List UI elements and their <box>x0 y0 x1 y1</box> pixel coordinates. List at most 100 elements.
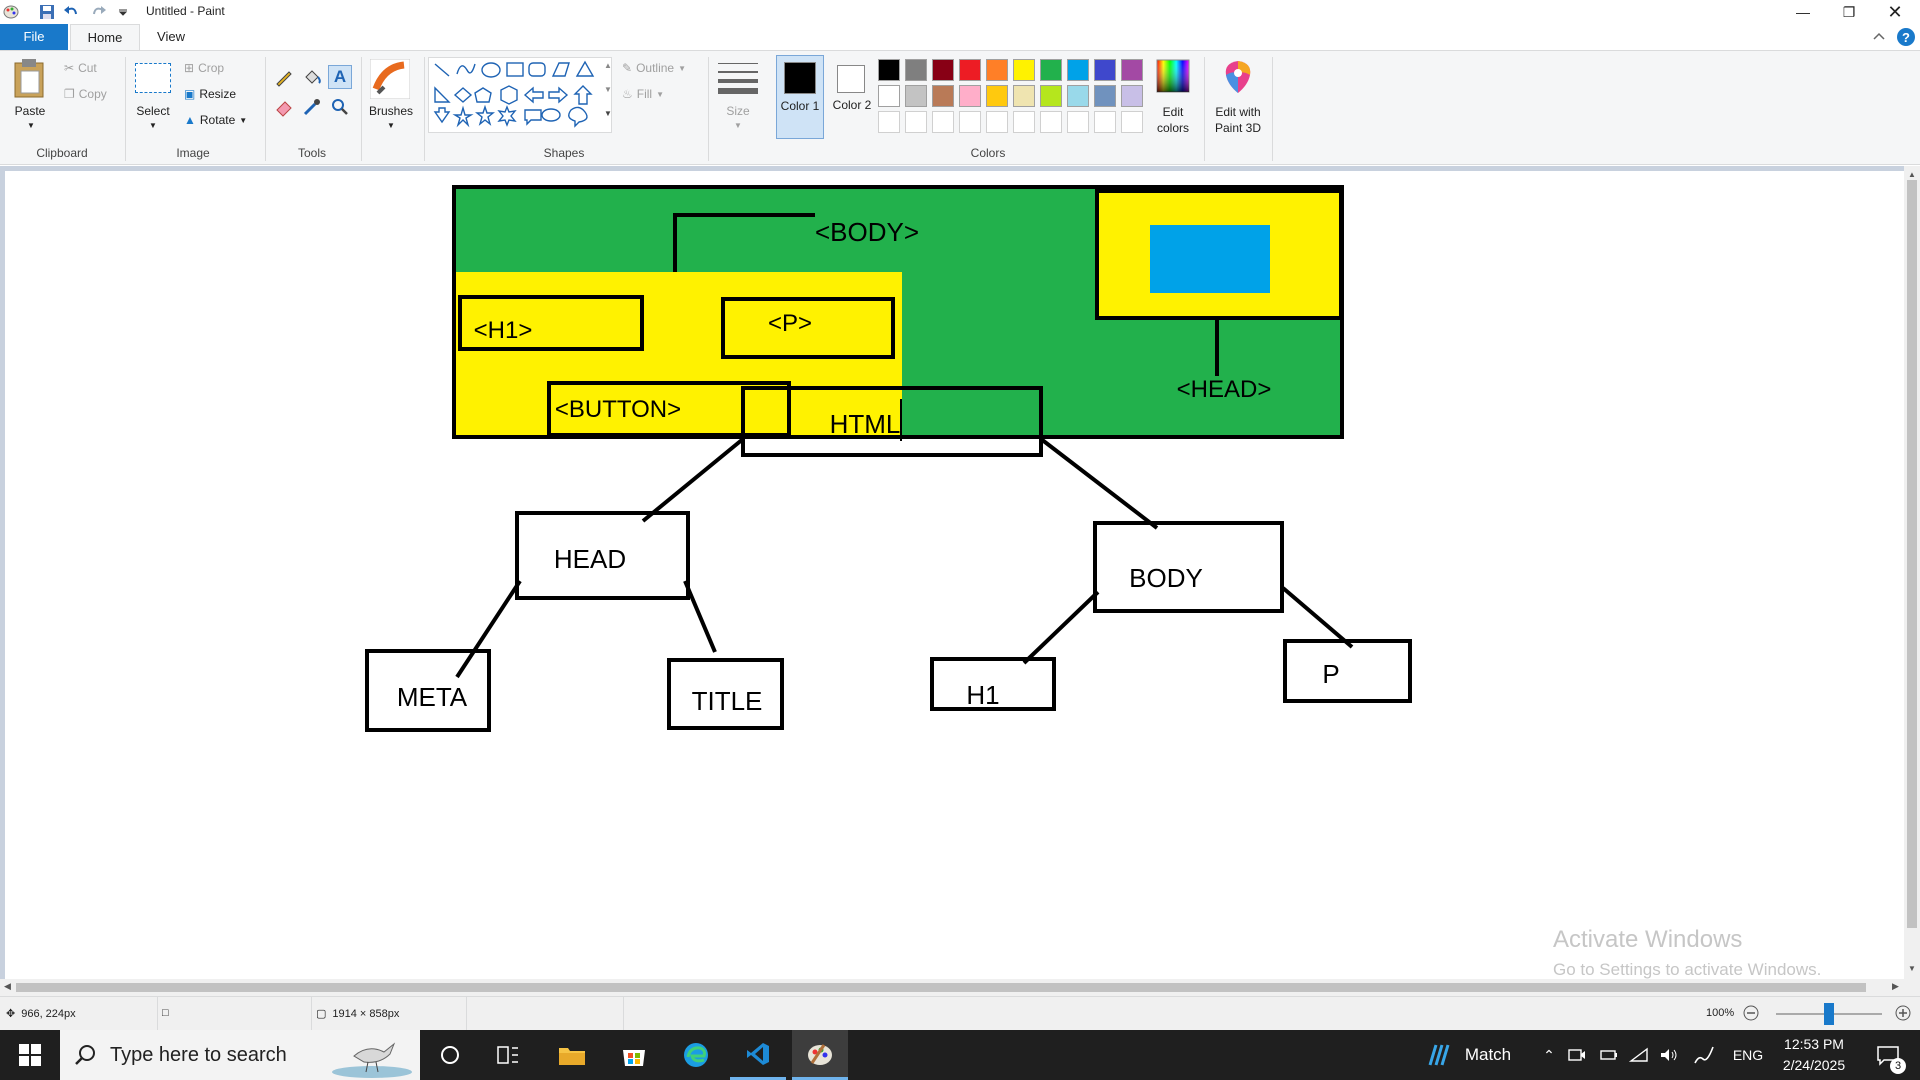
notifications-button[interactable]: 3 <box>1868 1030 1908 1080</box>
zoom-out-icon[interactable] <box>1742 1004 1760 1025</box>
outline-button[interactable]: ✎ Outline ▼ <box>622 61 686 75</box>
horizontal-scroll-thumb[interactable] <box>16 983 1866 992</box>
drawing-canvas[interactable]: <BODY> <H1> <P> <BUTTON> <HEAD> HTML HEA… <box>5 171 1906 979</box>
vertical-scrollbar[interactable]: ▲ ▼ <box>1904 166 1920 979</box>
meet-now-icon[interactable] <box>1564 1030 1590 1080</box>
edit-colors-icon[interactable] <box>1156 59 1190 96</box>
undo-icon[interactable] <box>62 3 80 21</box>
color-picker-icon[interactable] <box>302 97 322 120</box>
store-button[interactable] <box>606 1030 662 1080</box>
brushes-icon[interactable] <box>369 58 411 102</box>
sports-widget-icon[interactable] <box>1422 1030 1458 1080</box>
battery-icon[interactable] <box>1596 1030 1622 1080</box>
scroll-down-icon[interactable]: ▼ <box>1908 964 1916 973</box>
palette-custom-slot[interactable] <box>1013 111 1035 133</box>
shapes-gallery-icons[interactable] <box>429 58 613 134</box>
shapes-gallery[interactable] <box>428 57 612 133</box>
pen-workspace-icon[interactable] <box>1690 1030 1718 1080</box>
palette-swatch[interactable] <box>1040 85 1062 107</box>
tab-file[interactable]: File <box>0 24 68 50</box>
tab-home[interactable]: Home <box>70 24 140 50</box>
edge-button[interactable] <box>668 1030 724 1080</box>
palette-swatch[interactable] <box>932 85 954 107</box>
crop-button[interactable]: ⊞ Crop <box>184 61 224 75</box>
paste-button-label[interactable]: Paste <box>10 104 50 118</box>
cut-button[interactable]: ✂ Cut <box>64 61 97 75</box>
paste-dropdown-icon[interactable]: ▼ <box>27 121 35 130</box>
horizontal-scrollbar[interactable]: ◀ ▶ <box>0 979 1920 996</box>
magnifier-icon[interactable] <box>330 97 350 120</box>
paint-taskbar-button[interactable] <box>792 1030 848 1080</box>
scroll-up-icon[interactable]: ▲ <box>1908 170 1916 179</box>
volume-icon[interactable] <box>1656 1030 1682 1080</box>
customize-toolbar-icon[interactable] <box>114 3 132 21</box>
color-palette[interactable] <box>878 59 1150 139</box>
text-tool-icon[interactable]: A <box>328 65 352 89</box>
shapes-scroll-down-icon[interactable]: ▼ <box>604 85 612 94</box>
palette-swatch[interactable] <box>1094 85 1116 107</box>
shapes-scroll-up-icon[interactable]: ▲ <box>604 61 612 70</box>
brushes-dropdown-icon[interactable]: ▼ <box>387 121 395 130</box>
tab-view[interactable]: View <box>148 24 194 50</box>
vertical-scroll-thumb[interactable] <box>1907 180 1917 928</box>
palette-swatch[interactable] <box>878 85 900 107</box>
fill-bucket-icon[interactable] <box>302 67 322 90</box>
palette-custom-slot[interactable] <box>986 111 1008 133</box>
drawing-svg[interactable]: <BODY> <H1> <P> <BUTTON> <HEAD> HTML HEA… <box>5 171 1906 979</box>
copy-button[interactable]: ❐ Copy <box>64 87 107 101</box>
redo-icon[interactable] <box>90 3 108 21</box>
start-button[interactable] <box>2 1030 58 1080</box>
palette-custom-slot[interactable] <box>1121 111 1143 133</box>
palette-swatch[interactable] <box>878 59 900 81</box>
vscode-button[interactable] <box>730 1030 786 1080</box>
language-indicator[interactable]: ENG <box>1726 1030 1770 1080</box>
paste-icon[interactable] <box>12 57 48 102</box>
scroll-left-icon[interactable]: ◀ <box>4 981 11 992</box>
select-dropdown-icon[interactable]: ▼ <box>149 121 157 130</box>
cortana-button[interactable] <box>422 1030 478 1080</box>
restore-button[interactable]: ❐ <box>1826 0 1872 24</box>
palette-swatch[interactable] <box>1013 59 1035 81</box>
palette-custom-slot[interactable] <box>959 111 981 133</box>
help-icon[interactable]: ? <box>1896 27 1916 50</box>
fill-button[interactable]: ♨ Fill ▼ <box>622 87 664 101</box>
palette-custom-slot[interactable] <box>1094 111 1116 133</box>
minimize-button[interactable]: — <box>1780 0 1826 24</box>
palette-swatch[interactable] <box>1067 59 1089 81</box>
palette-swatch[interactable] <box>1094 59 1116 81</box>
palette-custom-slot[interactable] <box>878 111 900 133</box>
edit-colors-label[interactable]: Edit colors <box>1148 104 1198 136</box>
color1-button[interactable]: Color 1 <box>776 55 824 139</box>
save-icon[interactable] <box>38 3 56 21</box>
collapse-ribbon-icon[interactable] <box>1872 30 1886 44</box>
palette-custom-slot[interactable] <box>1067 111 1089 133</box>
select-icon[interactable] <box>135 63 171 93</box>
palette-swatch[interactable] <box>1067 85 1089 107</box>
clock[interactable]: 12:53 PM 2/24/2025 <box>1774 1030 1854 1080</box>
brushes-button-label[interactable]: Brushes <box>364 104 418 118</box>
resize-button[interactable]: ▣ Resize <box>184 87 236 101</box>
palette-swatch[interactable] <box>905 85 927 107</box>
palette-swatch[interactable] <box>932 59 954 81</box>
eraser-icon[interactable] <box>274 97 294 120</box>
palette-swatch[interactable] <box>959 85 981 107</box>
rotate-button[interactable]: ▲ Rotate ▼ <box>184 113 247 127</box>
scroll-right-icon[interactable]: ▶ <box>1892 981 1899 992</box>
taskbar-search-box[interactable]: Type here to search <box>60 1030 420 1080</box>
close-button[interactable]: ✕ <box>1872 0 1918 24</box>
select-button-label[interactable]: Select <box>131 104 175 118</box>
size-dropdown-icon[interactable]: ▼ <box>734 121 742 130</box>
shapes-more-icon[interactable]: ▼ <box>604 109 612 118</box>
size-icon[interactable] <box>718 61 758 98</box>
pencil-icon[interactable] <box>274 67 294 90</box>
palette-custom-slot[interactable] <box>905 111 927 133</box>
palette-swatch[interactable] <box>1121 85 1143 107</box>
palette-swatch[interactable] <box>1013 85 1035 107</box>
show-hidden-icons[interactable]: ⌃ <box>1536 1030 1562 1080</box>
palette-swatch[interactable] <box>905 59 927 81</box>
palette-swatch[interactable] <box>959 59 981 81</box>
paint-app-icon[interactable] <box>2 3 20 21</box>
palette-swatch[interactable] <box>986 59 1008 81</box>
palette-swatch[interactable] <box>986 85 1008 107</box>
palette-swatch[interactable] <box>1040 59 1062 81</box>
